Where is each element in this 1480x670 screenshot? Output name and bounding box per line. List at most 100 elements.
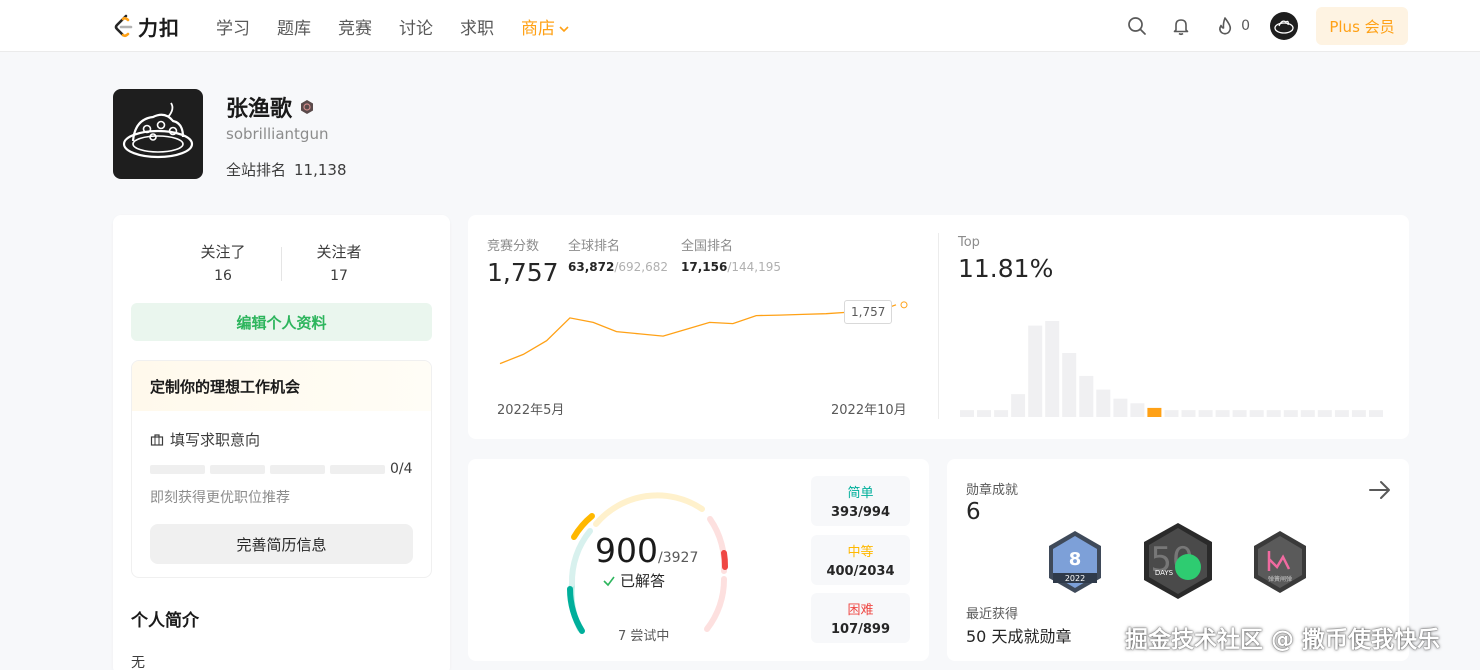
profile-avatar[interactable]: [113, 89, 203, 179]
rating-line: [499, 304, 897, 365]
distribution-bar[interactable]: [1232, 410, 1247, 417]
national-rank-label: 全国排名: [681, 239, 734, 254]
distribution-bar[interactable]: [1096, 389, 1111, 417]
badge-50-days-label: DAYS: [1155, 569, 1174, 577]
top-nav: 力扣 学习 题库 竞赛 讨论 求职 商店 0 Plus 会员: [0, 0, 1480, 52]
search-icon[interactable]: [1126, 15, 1148, 37]
nav-link-jobs[interactable]: 求职: [460, 14, 494, 39]
distribution-bar[interactable]: [1334, 410, 1349, 417]
contest-rating-card: 竞赛分数 1,757 全球排名 63,872/692,682 全国排名 17,1…: [468, 215, 1409, 439]
solved-value: 900: [595, 531, 658, 570]
distribution-bar[interactable]: [977, 410, 991, 417]
chevron-down-icon: [559, 25, 569, 32]
distribution-bar[interactable]: [1300, 410, 1315, 417]
watermark: 掘金技术社区 @ 撒币使我快乐: [1125, 627, 1441, 653]
check-icon: [603, 576, 615, 586]
briefcase-icon: [150, 433, 164, 446]
fire-icon[interactable]: [1214, 15, 1236, 37]
distribution-bar[interactable]: [1147, 407, 1162, 417]
brand-name: 力扣: [138, 15, 180, 40]
badges-count: 6: [966, 499, 981, 525]
distribution-bar[interactable]: [1062, 353, 1077, 417]
following-label: 关注了: [200, 243, 246, 261]
nav-avatar[interactable]: [1270, 12, 1298, 40]
distribution-bar[interactable]: [1283, 410, 1298, 417]
distribution-bar[interactable]: [1181, 410, 1196, 417]
top-value: 11.81%: [958, 254, 1054, 283]
following-value: 16: [214, 268, 232, 284]
profile-name: 张渔歌: [226, 91, 315, 123]
nav-links: 学习 题库 竞赛 讨论 求职 商店: [216, 0, 597, 52]
followers-stat[interactable]: 关注者 17: [289, 241, 389, 284]
level-badge-icon: [301, 100, 314, 114]
nav-link-store-label: 商店: [521, 18, 555, 39]
followers-label: 关注者: [316, 243, 362, 261]
contest-score: 竞赛分数 1,757: [487, 235, 559, 287]
top-label: Top: [958, 235, 980, 250]
distribution-bar[interactable]: [1198, 410, 1213, 417]
leetcode-logo[interactable]: 力扣: [112, 12, 180, 40]
divider: [281, 247, 282, 281]
bell-icon[interactable]: [1170, 15, 1192, 37]
easy-value: 393/994: [830, 505, 891, 520]
badges-title: 勋章成就: [966, 483, 1019, 498]
distribution-bar[interactable]: [994, 410, 1009, 417]
following-stat[interactable]: 关注了 16: [173, 241, 273, 284]
badge-2022-icon[interactable]: 2022 8: [1044, 529, 1106, 595]
badge-2022-label: 2022: [1065, 574, 1085, 583]
distribution-bar[interactable]: [1028, 325, 1043, 417]
distribution-bar[interactable]: [1079, 375, 1094, 417]
arrow-right-icon[interactable]: [1367, 477, 1393, 503]
distribution-bar[interactable]: [1045, 321, 1060, 417]
complete-resume-button[interactable]: 完善简历信息: [150, 524, 413, 564]
contest-score-value: 1,757: [487, 258, 559, 287]
difficulty-hard[interactable]: 困难 107/899: [811, 593, 910, 643]
nav-link-problems[interactable]: 题库: [277, 14, 311, 39]
nav-link-learn[interactable]: 学习: [216, 14, 250, 39]
nav-right: 0 Plus 会员: [1126, 7, 1408, 45]
difficulty-easy[interactable]: 简单 393/994: [811, 476, 910, 526]
leetcode-logo-icon: [114, 14, 133, 38]
distribution-bar[interactable]: [1215, 410, 1230, 417]
nav-link-discuss[interactable]: 讨论: [399, 14, 433, 39]
rank-distribution-chart[interactable]: [960, 311, 1386, 421]
medium-label: 中等: [847, 545, 874, 560]
global-rank: 全球排名 63,872/692,682: [568, 235, 668, 274]
job-progress: 0/4: [150, 461, 413, 477]
distribution-bar[interactable]: [1011, 394, 1026, 417]
solved-count: 900/3927: [595, 531, 698, 570]
distribution-bar[interactable]: [1351, 410, 1366, 417]
nav-link-store[interactable]: 商店: [521, 14, 570, 39]
global-rank-value: 63,872/692,682: [568, 260, 668, 274]
badge-spring-icon[interactable]: 弹簧闸弹: [1249, 529, 1311, 595]
distribution-bar[interactable]: [1317, 410, 1332, 417]
progress-segment: [270, 464, 325, 474]
job-intent-link[interactable]: 填写求职意向: [150, 429, 260, 450]
rating-tooltip: 1,757: [844, 300, 893, 324]
distribution-bar[interactable]: [960, 410, 974, 417]
hard-label: 困难: [847, 603, 874, 618]
divider: [938, 233, 939, 419]
distribution-bar[interactable]: [1369, 410, 1383, 417]
medium-value: 400/2034: [826, 564, 895, 579]
top-percent: Top 11.81%: [958, 235, 1053, 283]
badge-spring-label: 弹簧闸弹: [1268, 575, 1292, 583]
distribution-bar[interactable]: [1113, 398, 1128, 417]
job-box-title: 定制你的理想工作机会: [132, 361, 431, 411]
rating-point[interactable]: [900, 301, 908, 309]
job-tip: 即刻获得更优职位推荐: [150, 490, 290, 506]
badge-50-days-icon[interactable]: 50 DAYS: [1140, 521, 1216, 601]
fire-count: 0: [1241, 18, 1250, 34]
distribution-bar[interactable]: [1249, 410, 1264, 417]
plus-member-button[interactable]: Plus 会员: [1316, 7, 1408, 45]
progress-segment: [330, 464, 385, 474]
edit-profile-button[interactable]: 编辑个人资料: [131, 303, 432, 341]
job-intent-label: 填写求职意向: [170, 431, 261, 449]
distribution-bar[interactable]: [1130, 403, 1145, 417]
distribution-bar[interactable]: [1266, 410, 1281, 417]
distribution-bar[interactable]: [1164, 410, 1179, 417]
profile-name-text: 张渔歌: [226, 97, 293, 122]
national-rank-number: 17,156: [681, 260, 728, 274]
nav-link-contest[interactable]: 竞赛: [338, 14, 372, 39]
difficulty-medium[interactable]: 中等 400/2034: [811, 535, 910, 585]
